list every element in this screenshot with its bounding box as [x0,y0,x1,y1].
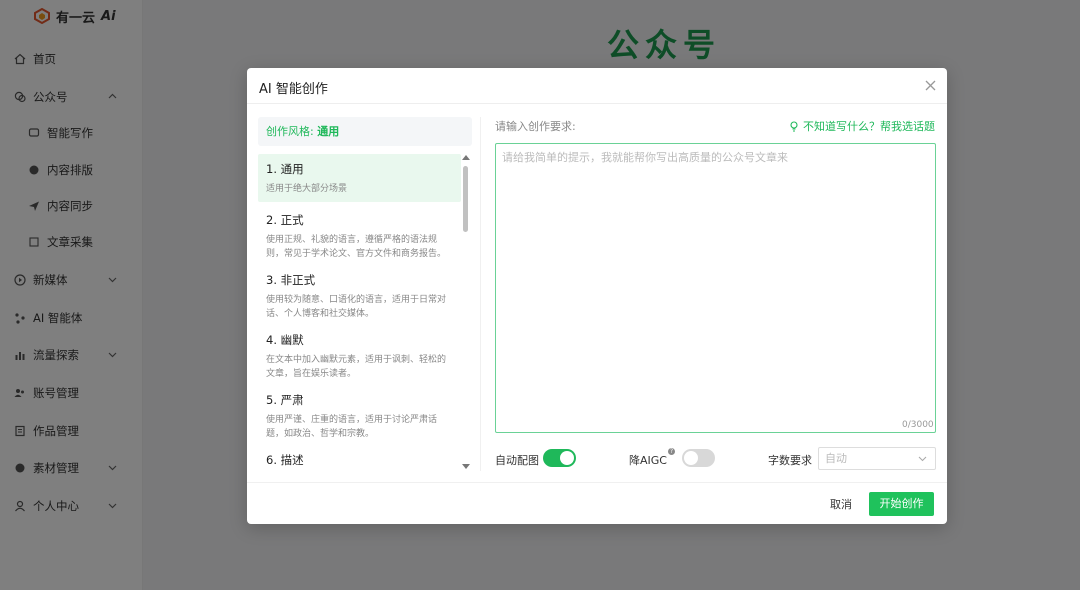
ai-creation-modal: AI 智能创作 创作风格: 通用 1. 通用 适用于绝大部分场景 2. 正式 使… [247,68,947,524]
style-list-scrollbar[interactable] [460,154,470,470]
start-creation-button[interactable]: 开始创作 [869,492,934,516]
style-header: 创作风格: 通用 [258,117,472,146]
style-item-title: 2. 正式 [266,213,304,227]
toggle-knob [684,451,698,465]
style-item-title: 6. 描述 [266,453,304,467]
topic-help-link[interactable]: 不知道写什么？帮我选话题 [789,118,935,134]
topic-help-text: 不知道写什么？帮我选话题 [803,120,935,133]
lightbulb-icon [790,120,798,132]
chevron-down-icon [918,456,927,462]
style-item-desc: 使用正规、礼貌的语言，遵循严格的语法规则，常见于学术论文、官方文件和商务报告。 [266,235,447,259]
style-item-desc: 在文本中加入幽默元素，适用于讽刺、轻松的文章，旨在娱乐读者。 [266,355,447,379]
scroll-up-icon[interactable] [462,155,470,160]
style-item-title: 4. 幽默 [266,333,304,347]
style-item[interactable]: 5. 严肃 使用严谨、庄重的语言，适用于讨论严肃话题，如政治、哲学和宗教。 [258,385,461,445]
style-item-desc: 适用于绝大部分场景 [266,184,348,194]
word-count-value: 自动 [825,452,847,465]
close-icon[interactable] [924,79,937,92]
toggle-knob [560,451,574,465]
divider [480,117,481,471]
requirement-label: 请输入创作要求: [495,120,576,133]
style-list[interactable]: 1. 通用 适用于绝大部分场景 2. 正式 使用正规、礼貌的语言，遵循严格的语法… [258,154,472,470]
char-counter: 0/3000 [902,420,934,430]
auto-image-label: 自动配图 [495,454,539,467]
style-value: 通用 [317,125,340,138]
modal-title: AI 智能创作 [259,82,328,97]
aigc-label: 降AIGC [629,454,667,467]
style-item[interactable]: 2. 正式 使用正规、礼貌的语言，遵循严格的语法规则，常见于学术论文、官方文件和… [258,205,461,265]
auto-image-toggle[interactable] [543,449,576,467]
style-item[interactable]: 1. 通用 适用于绝大部分场景 [258,154,461,202]
word-count-label: 字数要求 [768,454,812,467]
style-item[interactable]: 4. 幽默 在文本中加入幽默元素，适用于讽刺、轻松的文章，旨在娱乐读者。 [258,325,461,385]
style-item-title: 3. 非正式 [266,273,316,287]
footer-divider [247,482,947,483]
style-item-title: 5. 严肃 [266,393,304,407]
style-item-desc: 使用较为随意、口语化的语言，适用于日常对话、个人博客和社交媒体。 [266,295,447,319]
info-icon[interactable]: ? [668,448,675,455]
modal-header: AI 智能创作 [247,68,947,104]
style-label: 创作风格: [266,125,314,138]
style-item-title: 1. 通用 [266,162,304,176]
aigc-toggle[interactable] [682,449,715,467]
style-item[interactable]: 6. 描述 [258,445,461,470]
scroll-thumb[interactable] [463,166,468,232]
requirement-textarea[interactable] [495,143,936,433]
style-item-desc: 使用严谨、庄重的语言，适用于讨论严肃话题，如政治、哲学和宗教。 [266,415,438,439]
cancel-button[interactable]: 取消 [818,494,864,516]
style-item[interactable]: 3. 非正式 使用较为随意、口语化的语言，适用于日常对话、个人博客和社交媒体。 [258,265,461,325]
word-count-select[interactable]: 自动 [818,447,936,470]
scroll-down-icon[interactable] [462,464,470,469]
